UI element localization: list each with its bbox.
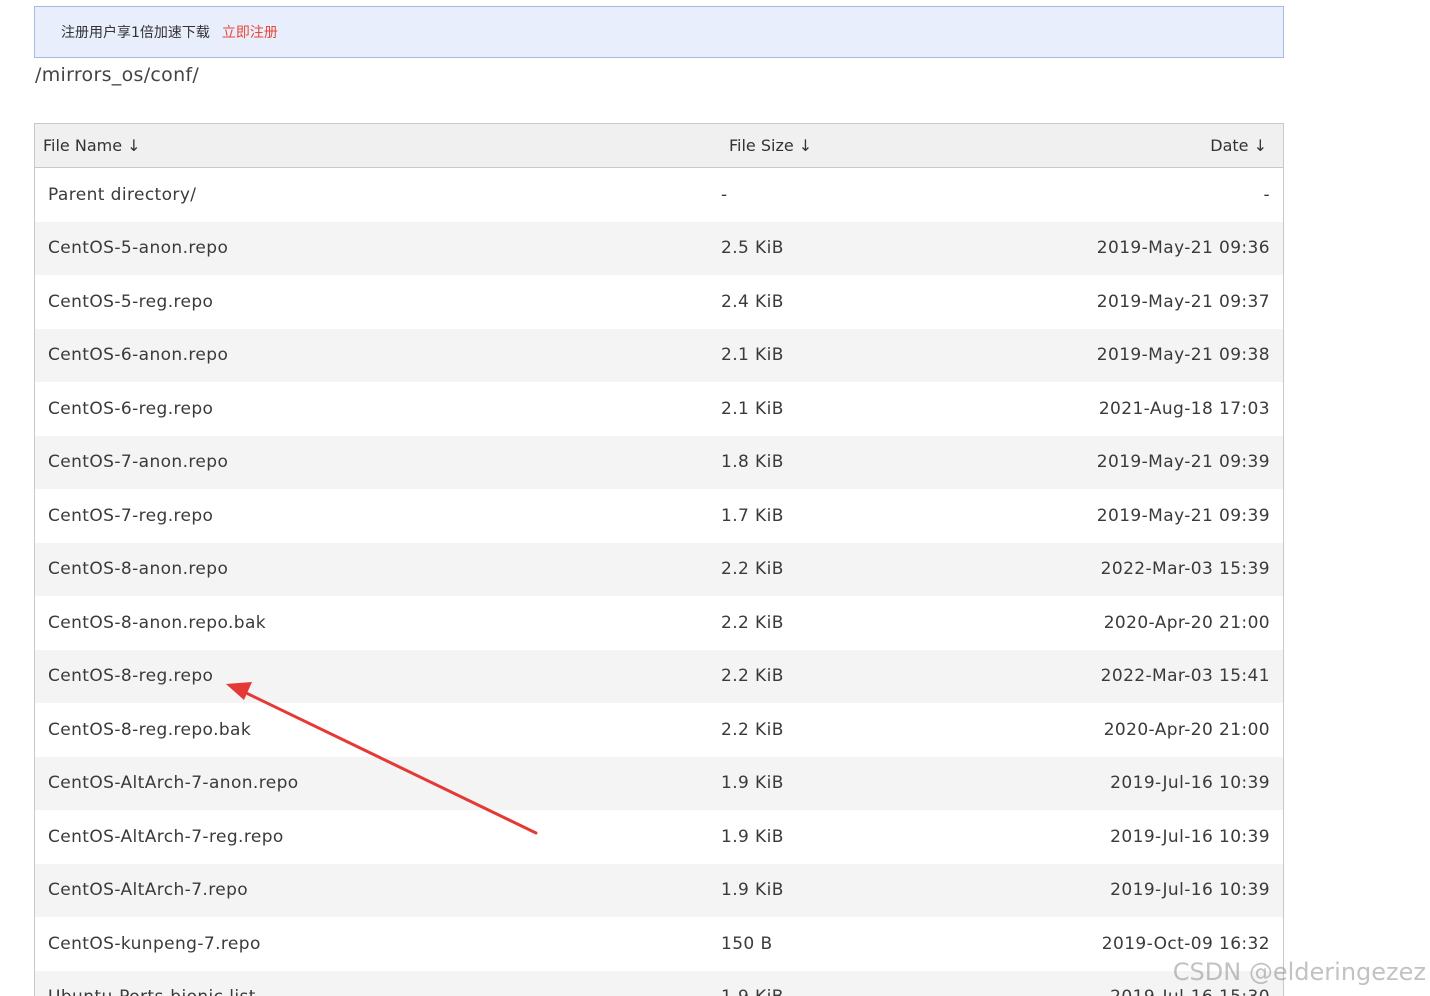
table-row: CentOS-5-anon.repo 2.5 KiB 2019-May-21 09:… (35, 221, 1283, 275)
file-name-cell: CentOS-AltArch-7.repo (35, 880, 721, 900)
file-name-cell: CentOS-AltArch-7-anon.repo (35, 773, 721, 793)
file-size-cell: 2.2 KiB (721, 719, 784, 740)
file-size-cell: 1.7 KiB (721, 505, 784, 526)
file-link[interactable]: CentOS-AltArch-7-reg.repo (48, 827, 284, 847)
file-link[interactable]: CentOS-AltArch-7-anon.repo (48, 773, 299, 793)
file-size-cell: 2.2 KiB (721, 666, 784, 687)
file-size-cell: 2.1 KiB (721, 398, 784, 419)
file-date-cell: 2019-Jul-16 15:30 (971, 987, 1283, 996)
file-size-cell: 1.9 KiB (721, 773, 784, 794)
table-row: CentOS-AltArch-7-anon.repo 1.9 KiB 2019-Ju… (35, 756, 1283, 810)
file-name-cell: CentOS-8-reg.repo.bak (35, 720, 721, 740)
file-name-cell: CentOS-kunpeng-7.repo (35, 934, 721, 954)
file-date-cell: 2022-Mar-03 15:39 (1100, 559, 1270, 580)
banner-text: 注册用户享1倍加速下载 (61, 25, 210, 41)
file-name-cell: CentOS-AltArch-7-reg.repo (35, 827, 721, 847)
file-date-cell: 2020-Apr-20 21:00 (1103, 719, 1270, 740)
file-link[interactable]: CentOS-8-anon.repo (48, 559, 228, 579)
table-row: CentOS-8-reg.repo.bak 2.2 KiB 2020-Apr-20 … (35, 703, 1283, 757)
file-name-cell: Ubuntu-Ports-bionic.list (35, 987, 721, 996)
file-link[interactable]: CentOS-kunpeng-7.repo (48, 934, 261, 954)
file-link[interactable]: CentOS-5-reg.repo (48, 292, 213, 312)
file-date-cell: - (1263, 184, 1270, 205)
table-row: CentOS-6-reg.repo 2.1 KiB 2021-Aug-18 17:0… (35, 382, 1283, 436)
file-name-cell: CentOS-5-reg.repo (35, 292, 721, 312)
file-link[interactable]: CentOS-8-reg.repo (48, 666, 213, 686)
file-size-cell: - (721, 184, 728, 205)
file-size-cell: 150 B (721, 933, 773, 954)
file-name-cell: CentOS-6-anon.repo (35, 345, 721, 365)
file-size-cell: 2.2 KiB (721, 559, 784, 580)
table-row: CentOS-8-anon.repo.bak 2.2 KiB 2020-Apr-20… (35, 596, 1283, 650)
file-name-cell: CentOS-7-anon.repo (35, 452, 721, 472)
file-link[interactable]: CentOS-7-anon.repo (48, 452, 228, 472)
current-path: /mirrors_os/conf/ (35, 64, 200, 86)
file-size-cell: 2.4 KiB (721, 291, 784, 312)
file-date-cell: 2019-Jul-16 10:39 (1110, 826, 1270, 847)
table-row: CentOS-8-anon.repo 2.2 KiB 2022-Mar-03 15:… (35, 542, 1283, 596)
file-size-cell: 1.8 KiB (721, 452, 784, 473)
file-link[interactable]: CentOS-8-reg.repo.bak (48, 720, 251, 740)
file-link[interactable]: Ubuntu-Ports-bionic.list (48, 987, 256, 996)
register-now-link[interactable]: 立即注册 (222, 22, 278, 42)
file-link[interactable]: CentOS-AltArch-7.repo (48, 880, 248, 900)
table-row: CentOS-6-anon.repo 2.1 KiB 2019-May-21 09:… (35, 328, 1283, 382)
table-row: CentOS-AltArch-7.repo 1.9 KiB 2019-Jul-16 … (35, 863, 1283, 917)
file-link[interactable]: CentOS-5-anon.repo (48, 238, 228, 258)
file-size-cell: 2.1 KiB (721, 345, 784, 366)
table-row: CentOS-5-reg.repo 2.4 KiB 2019-May-21 09:3… (35, 275, 1283, 329)
file-name-cell: CentOS-8-reg.repo (35, 666, 721, 686)
table-row: Ubuntu-Ports-bionic.list 1.9 KiB2019-Jul-… (35, 970, 1283, 996)
file-date-cell: 2020-Apr-20 21:00 (1103, 612, 1270, 633)
file-name-cell: CentOS-7-reg.repo (35, 506, 721, 526)
file-rows: Parent directory/ - - CentOS-5-anon.repo 2.5… (35, 168, 1283, 996)
csdn-watermark: CSDN @elderingezez (1172, 958, 1426, 986)
sort-by-date-header[interactable]: Date ↓ (1210, 136, 1267, 155)
file-date-cell: 2019-Oct-09 16:32 (1101, 933, 1270, 954)
register-banner: 注册用户享1倍加速下载 立即注册 (34, 6, 1284, 58)
sort-by-size-header[interactable]: File Size ↓ (729, 136, 812, 155)
file-date-cell: 2019-Jul-16 10:39 (1110, 880, 1270, 901)
file-size-cell: 1.9 KiB (721, 826, 784, 847)
file-link[interactable]: CentOS-7-reg.repo (48, 506, 213, 526)
file-link[interactable]: CentOS-6-anon.repo (48, 345, 228, 365)
table-row: CentOS-8-reg.repo 2.2 KiB 2022-Mar-03 15:4… (35, 649, 1283, 703)
table-header: File Name ↓ File Size ↓ Date ↓ (35, 124, 1283, 168)
file-date-cell: 2019-May-21 09:39 (1096, 505, 1270, 526)
file-name-cell: CentOS-5-anon.repo (35, 238, 721, 258)
file-name-cell: CentOS-8-anon.repo.bak (35, 613, 721, 633)
file-date-cell: 2021-Aug-18 17:03 (1098, 398, 1270, 419)
table-row: Parent directory/ - - (35, 168, 1283, 222)
file-size-cell: 1.9 KiB (721, 987, 971, 996)
table-row: CentOS-AltArch-7-reg.repo 1.9 KiB 2019-Jul… (35, 810, 1283, 864)
table-row: CentOS-kunpeng-7.repo 150 B 2019-Oct-09 16… (35, 917, 1283, 971)
sort-by-name-header[interactable]: File Name ↓ (43, 136, 141, 155)
file-link[interactable]: CentOS-6-reg.repo (48, 399, 213, 419)
file-name-cell: Parent directory/ (35, 185, 721, 205)
file-date-cell: 2019-Jul-16 10:39 (1110, 773, 1270, 794)
file-name-cell: CentOS-8-anon.repo (35, 559, 721, 579)
file-size-cell: 2.2 KiB (721, 612, 784, 633)
parent-directory-link[interactable]: Parent directory/ (48, 185, 196, 205)
table-row: CentOS-7-anon.repo 1.8 KiB 2019-May-21 09:… (35, 435, 1283, 489)
file-date-cell: 2022-Mar-03 15:41 (1100, 666, 1270, 687)
table-row: CentOS-7-reg.repo 1.7 KiB 2019-May-21 09:3… (35, 489, 1283, 543)
file-date-cell: 2019-May-21 09:36 (1096, 238, 1270, 259)
file-size-cell: 1.9 KiB (721, 880, 784, 901)
file-link[interactable]: CentOS-8-anon.repo.bak (48, 613, 266, 633)
file-listing-table: File Name ↓ File Size ↓ Date ↓ Parent di… (34, 123, 1284, 996)
file-date-cell: 2019-May-21 09:39 (1096, 452, 1270, 473)
file-name-cell: CentOS-6-reg.repo (35, 399, 721, 419)
file-size-cell: 2.5 KiB (721, 238, 784, 259)
file-date-cell: 2019-May-21 09:37 (1096, 291, 1270, 312)
file-date-cell: 2019-May-21 09:38 (1096, 345, 1270, 366)
